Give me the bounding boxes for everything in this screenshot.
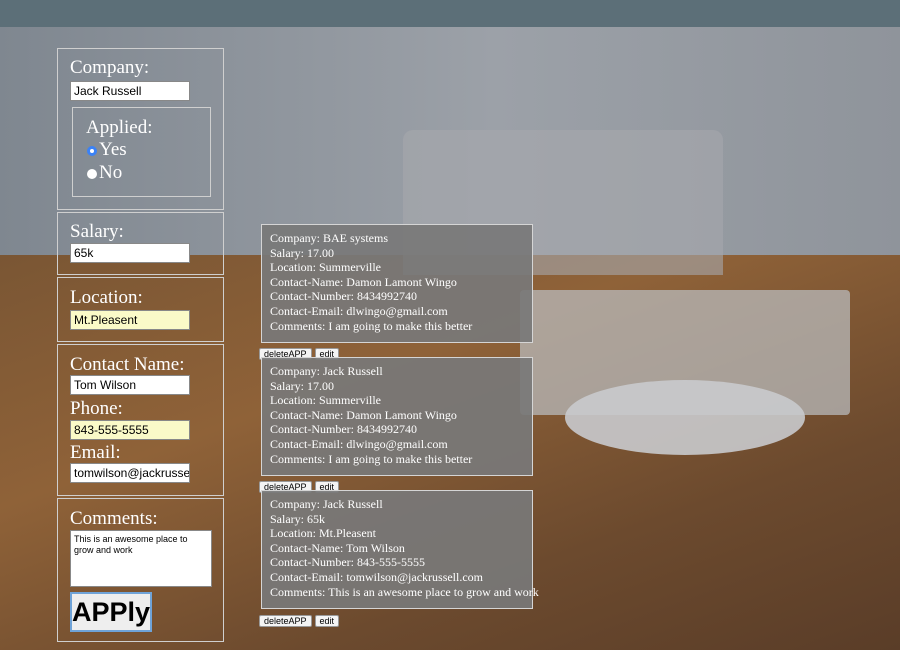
card-comments: Comments: This is an awesome place to gr… xyxy=(270,584,539,599)
salary-input[interactable]: 65k xyxy=(70,243,190,263)
contact-name-label: Contact Name: xyxy=(70,354,185,375)
company-input[interactable]: Jack Russell xyxy=(70,81,190,101)
comments-textarea[interactable]: This is an awesome place to grow and wor… xyxy=(70,530,212,587)
location-fieldset: Location: Mt.Pleasent xyxy=(57,277,224,342)
card-company: Company: Jack Russell xyxy=(270,497,383,511)
card-contact-name: Contact-Name: Damon Lamont Wingo xyxy=(270,274,457,289)
salary-label: Salary: xyxy=(70,221,124,242)
card-actions: deleteAPP edit xyxy=(259,611,342,627)
card-contact-number: Contact-Number: 843-555-5555 xyxy=(270,555,425,570)
edit-button[interactable]: edit xyxy=(314,615,340,627)
card-contact-number: Contact-Number: 8434992740 xyxy=(270,289,417,304)
applied-no-radio[interactable] xyxy=(87,168,97,179)
card-contact-number: Contact-Number: 8434992740 xyxy=(270,422,417,437)
card-salary: Salary: 17.00 xyxy=(270,245,334,260)
card-location: Location: Summerville xyxy=(270,393,381,408)
email-input[interactable]: tomwilson@jackrussell.c xyxy=(70,463,190,483)
application-card: Company: Jack Russell Salary: 65k Locati… xyxy=(261,490,539,609)
top-bar xyxy=(0,0,900,27)
phone-label: Phone: xyxy=(70,398,123,419)
card-contact-name: Contact-Name: Damon Lamont Wingo xyxy=(270,407,457,422)
applied-yes-label: Yes xyxy=(99,139,127,160)
application-card: Company: Jack Russell Salary: 17.00 Loca… xyxy=(261,357,533,476)
card-contact-email: Contact-Email: tomwilson@jackrussell.com xyxy=(270,569,484,584)
card-salary: Salary: 65k xyxy=(270,511,325,526)
company-label: Company: xyxy=(70,57,150,78)
background-mouse xyxy=(565,380,805,455)
card-contact-email: Contact-Email: dlwingo@gmail.com xyxy=(270,303,448,318)
location-label: Location: xyxy=(70,287,143,308)
applied-yes-option[interactable]: Yes xyxy=(87,139,127,161)
apply-button[interactable]: APPly xyxy=(70,592,152,632)
card-comments: Comments: I am going to make this better xyxy=(270,318,473,333)
applied-yes-radio[interactable] xyxy=(87,145,97,156)
card-location: Location: Summerville xyxy=(270,260,381,275)
phone-input[interactable]: 843-555-5555 xyxy=(70,420,190,440)
applied-fieldset: Applied: Yes No xyxy=(72,107,211,197)
card-salary: Salary: 17.00 xyxy=(270,378,334,393)
applied-no-label: No xyxy=(99,162,123,183)
email-label: Email: xyxy=(70,442,121,463)
card-company: Company: Jack Russell xyxy=(270,364,383,378)
contact-fieldset: Contact Name: Tom Wilson Phone: 843-555-… xyxy=(57,344,224,496)
applied-no-option[interactable]: No xyxy=(87,162,122,184)
contact-name-input[interactable]: Tom Wilson xyxy=(70,375,190,395)
location-input[interactable]: Mt.Pleasent xyxy=(70,310,190,330)
company-fieldset: Company: Jack Russell Applied: Yes No xyxy=(57,48,224,210)
comments-fieldset: Comments: This is an awesome place to gr… xyxy=(57,498,224,642)
card-actions: deleteAPP edit xyxy=(259,477,342,493)
card-company: Company: BAE systems xyxy=(270,231,389,245)
applied-label: Applied: xyxy=(86,117,153,138)
card-contact-name: Contact-Name: Tom Wilson xyxy=(270,540,405,555)
card-comments: Comments: I am going to make this better xyxy=(270,451,473,466)
card-location: Location: Mt.Pleasent xyxy=(270,526,376,541)
delete-app-button[interactable]: deleteAPP xyxy=(259,615,312,627)
salary-fieldset: Salary: 65k xyxy=(57,212,224,275)
card-actions: deleteAPP edit xyxy=(259,344,342,360)
comments-label: Comments: xyxy=(70,508,158,529)
application-card: Company: BAE systems Salary: 17.00 Locat… xyxy=(261,224,533,343)
card-contact-email: Contact-Email: dlwingo@gmail.com xyxy=(270,436,448,451)
